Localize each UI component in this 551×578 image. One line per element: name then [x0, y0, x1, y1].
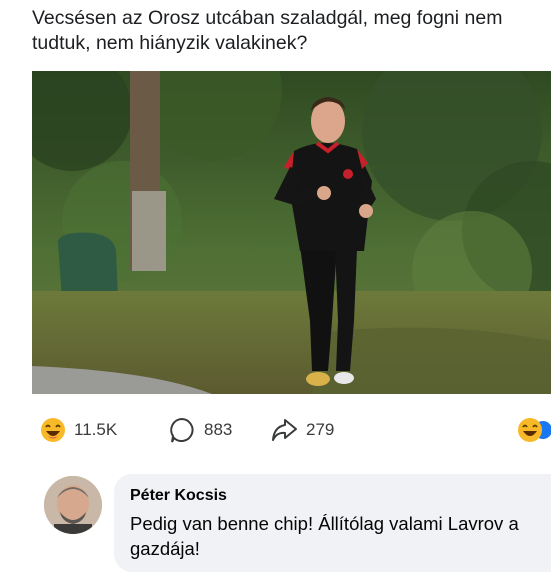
running-man-photo [32, 71, 551, 394]
share-button[interactable]: 279 [270, 416, 334, 444]
post-photo[interactable] [32, 71, 551, 394]
comment-author[interactable]: Péter Kocsis [130, 486, 551, 506]
laughing-emoji-icon [41, 418, 65, 442]
shares-count: 279 [306, 420, 335, 439]
comment: Péter Kocsis Pedig van benne chip! Állít… [0, 470, 551, 578]
reactions-count: 11.5K [74, 420, 118, 439]
comment-bubble-icon [170, 417, 194, 443]
comment-bubble: Péter Kocsis Pedig van benne chip! Állít… [114, 474, 551, 572]
reaction-summary-icons [518, 418, 551, 442]
post-actions-bar: 11.5K 883 279 [0, 410, 551, 450]
reaction-summary[interactable] [517, 416, 551, 444]
share-arrow-icon [272, 419, 297, 441]
commenter-avatar-photo [44, 476, 102, 534]
post-text: Vecsésen az Orosz utcában szaladgál, meg… [32, 7, 503, 54]
comment-text: Pedig van benne chip! Állítólag valami L… [130, 513, 519, 559]
comments-count: 883 [204, 420, 233, 439]
avatar[interactable] [44, 476, 102, 534]
comments-button[interactable]: 883 [168, 416, 232, 444]
reactions-button[interactable]: 11.5K [40, 416, 117, 444]
